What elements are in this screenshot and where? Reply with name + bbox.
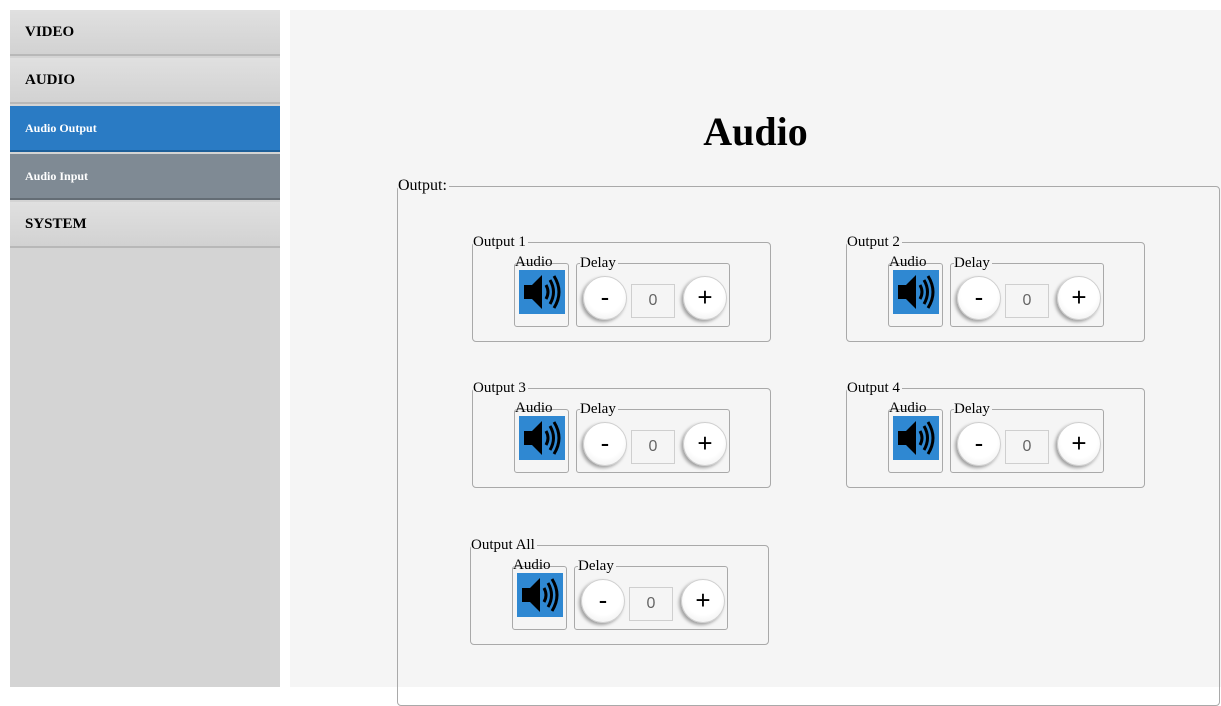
delay-increase-button[interactable]: +	[683, 422, 727, 466]
delay-value-field[interactable]: 0	[1005, 284, 1049, 318]
delay-increase-button[interactable]: +	[683, 276, 727, 320]
delay-label: Delay	[954, 254, 992, 272]
delay-increase-button[interactable]: +	[1057, 422, 1101, 466]
sidebar-item-video[interactable]: VIDEO	[10, 10, 280, 56]
audio-mute-box: Audio	[512, 557, 567, 630]
delay-box: Delay - 0 +	[950, 254, 1104, 327]
output-label: Output 4	[847, 379, 902, 397]
output-group-4: Output 4 Audio Delay - 0 +	[846, 379, 1145, 488]
audio-mute-box: Audio	[888, 254, 943, 327]
output-fieldset-legend: Output:	[398, 176, 449, 196]
speaker-icon[interactable]	[893, 270, 939, 314]
delay-label: Delay	[954, 400, 992, 418]
delay-value-field[interactable]: 0	[631, 430, 675, 464]
page-title: Audio	[703, 109, 808, 154]
output-group-1: Output 1 Audio Delay - 0 +	[472, 233, 771, 342]
output-group-3: Output 3 Audio Delay - 0 +	[472, 379, 771, 488]
delay-label: Delay	[578, 557, 616, 575]
sidebar-item-audio-output[interactable]: Audio Output	[10, 106, 280, 152]
delay-increase-button[interactable]: +	[681, 579, 725, 623]
delay-value-field[interactable]: 0	[1005, 430, 1049, 464]
sidebar-item-system[interactable]: SYSTEM	[10, 202, 280, 248]
output-label: Output All	[471, 536, 537, 554]
delay-decrease-button[interactable]: -	[957, 422, 1001, 466]
delay-decrease-button[interactable]: -	[957, 276, 1001, 320]
delay-label: Delay	[580, 400, 618, 418]
audio-label: Audio	[515, 254, 553, 270]
delay-label: Delay	[580, 254, 618, 272]
delay-value-field[interactable]: 0	[631, 284, 675, 318]
sidebar-item-audio[interactable]: AUDIO	[10, 58, 280, 104]
audio-mute-box: Audio	[514, 400, 569, 473]
delay-decrease-button[interactable]: -	[581, 579, 625, 623]
output-label: Output 1	[473, 233, 528, 251]
delay-decrease-button[interactable]: -	[583, 276, 627, 320]
main-content: Audio Output: Output 1 Audio Delay - 0 +…	[290, 10, 1221, 706]
output-group-2: Output 2 Audio Delay - 0 +	[846, 233, 1145, 342]
sidebar-item-audio-input[interactable]: Audio Input	[10, 154, 280, 200]
delay-increase-button[interactable]: +	[1057, 276, 1101, 320]
audio-mute-box: Audio	[888, 400, 943, 473]
delay-decrease-button[interactable]: -	[583, 422, 627, 466]
output-label: Output 2	[847, 233, 902, 251]
audio-label: Audio	[513, 557, 551, 573]
speaker-icon[interactable]	[519, 416, 565, 460]
output-group-all: Output All Audio Delay - 0 +	[470, 536, 769, 645]
delay-box: Delay - 0 +	[576, 254, 730, 327]
sidebar-nav: VIDEO AUDIO Audio Output Audio Input SYS…	[10, 10, 280, 687]
output-label: Output 3	[473, 379, 528, 397]
audio-mute-box: Audio	[514, 254, 569, 327]
audio-label: Audio	[515, 400, 553, 416]
delay-box: Delay - 0 +	[574, 557, 728, 630]
audio-label: Audio	[889, 400, 927, 416]
audio-label: Audio	[889, 254, 927, 270]
speaker-icon[interactable]	[893, 416, 939, 460]
output-fieldset: Output: Output 1 Audio Delay - 0 + Outpu…	[397, 176, 1220, 706]
speaker-icon[interactable]	[519, 270, 565, 314]
delay-box: Delay - 0 +	[950, 400, 1104, 473]
delay-value-field[interactable]: 0	[629, 587, 673, 621]
speaker-icon[interactable]	[517, 573, 563, 617]
delay-box: Delay - 0 +	[576, 400, 730, 473]
